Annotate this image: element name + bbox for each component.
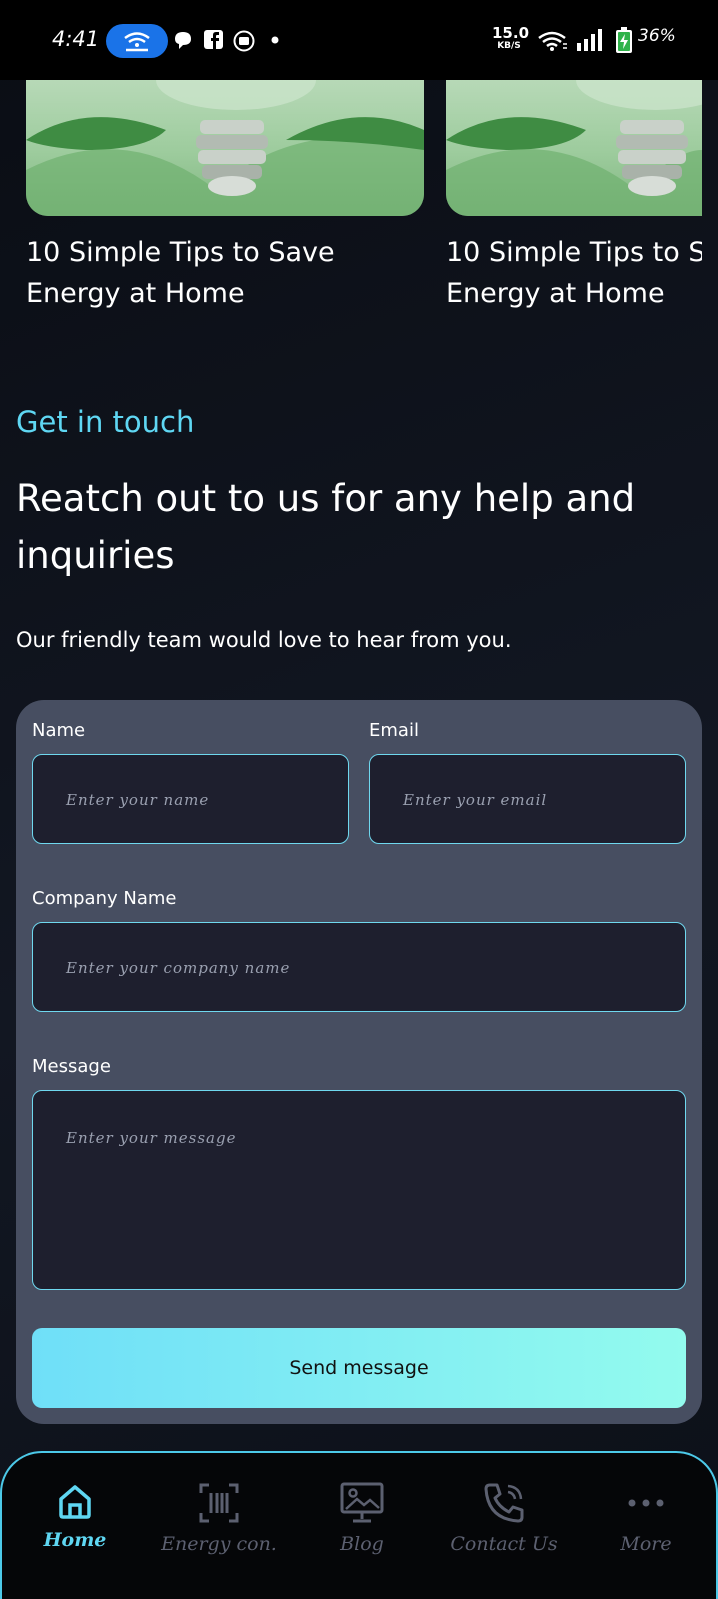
status-time: 4:41	[52, 27, 100, 51]
nav-contact-label: Contact Us	[450, 1533, 558, 1555]
signal-icon	[577, 29, 602, 51]
section-subtext: Our friendly team would love to hear fro…	[16, 628, 512, 652]
blog-card-title[interactable]: 10 Simple Tips to Save Energy at Home	[446, 232, 702, 314]
bottom-nav: Home Energy con. Blog Contact Us More	[0, 1451, 718, 1599]
company-label: Company Name	[32, 888, 177, 909]
nav-contact[interactable]: Contact Us	[434, 1481, 574, 1555]
email-label: Email	[369, 720, 419, 741]
blog-card-image	[446, 80, 702, 216]
nav-more-label: More	[620, 1533, 672, 1555]
nav-energy-label: Energy con.	[161, 1533, 277, 1555]
media-icon	[233, 30, 255, 52]
wifi-icon	[538, 31, 567, 51]
nav-more[interactable]: More	[576, 1481, 716, 1555]
send-message-button[interactable]: Send message	[32, 1328, 686, 1408]
more-dots-icon	[628, 1499, 664, 1507]
network-speed: 15.0 KB/S	[492, 24, 530, 52]
chat-bubble-icon	[175, 32, 191, 49]
battery-charging-icon	[616, 27, 632, 53]
phone-icon	[484, 1483, 524, 1523]
message-label: Message	[32, 1056, 111, 1077]
name-input[interactable]: Enter your name	[32, 754, 349, 844]
home-icon	[59, 1485, 91, 1519]
name-placeholder: Enter your name	[66, 791, 210, 809]
section-headline: Reatch out to us for any help and inquir…	[16, 477, 636, 577]
status-bar: 4:41 15.0 KB/S 36%	[0, 0, 718, 80]
blog-card[interactable]: 10 Simple Tips to Save Energy at Home	[26, 80, 424, 320]
blog-card[interactable]: 10 Simple Tips to Save Energy at Home	[446, 80, 702, 320]
company-placeholder: Enter your company name	[66, 959, 291, 977]
email-input[interactable]: Enter your email	[369, 754, 686, 844]
email-placeholder: Enter your email	[403, 791, 548, 809]
barcode-scan-icon	[199, 1483, 239, 1523]
nav-home-label: Home	[43, 1529, 107, 1551]
facebook-icon	[204, 30, 223, 49]
blog-card-image	[26, 80, 424, 216]
blog-card-title[interactable]: 10 Simple Tips to Save Energy at Home	[26, 232, 424, 314]
message-textarea[interactable]: Enter your message	[32, 1090, 686, 1290]
company-input[interactable]: Enter your company name	[32, 922, 686, 1012]
message-placeholder: Enter your message	[66, 1129, 237, 1147]
nav-blog-label: Blog	[340, 1533, 384, 1555]
monitor-image-icon	[340, 1482, 384, 1523]
contact-form: Name Enter your name Email Enter your em…	[16, 700, 702, 1424]
nav-energy[interactable]: Energy con.	[149, 1481, 289, 1555]
hotspot-icon	[124, 32, 150, 52]
section-eyebrow: Get in touch	[16, 405, 195, 439]
name-label: Name	[32, 720, 86, 741]
notification-dot-icon	[271, 36, 279, 44]
nav-blog[interactable]: Blog	[292, 1481, 432, 1555]
hotspot-pill	[106, 24, 168, 58]
nav-home[interactable]: Home	[5, 1481, 145, 1551]
battery-percent: 36%	[638, 26, 676, 46]
